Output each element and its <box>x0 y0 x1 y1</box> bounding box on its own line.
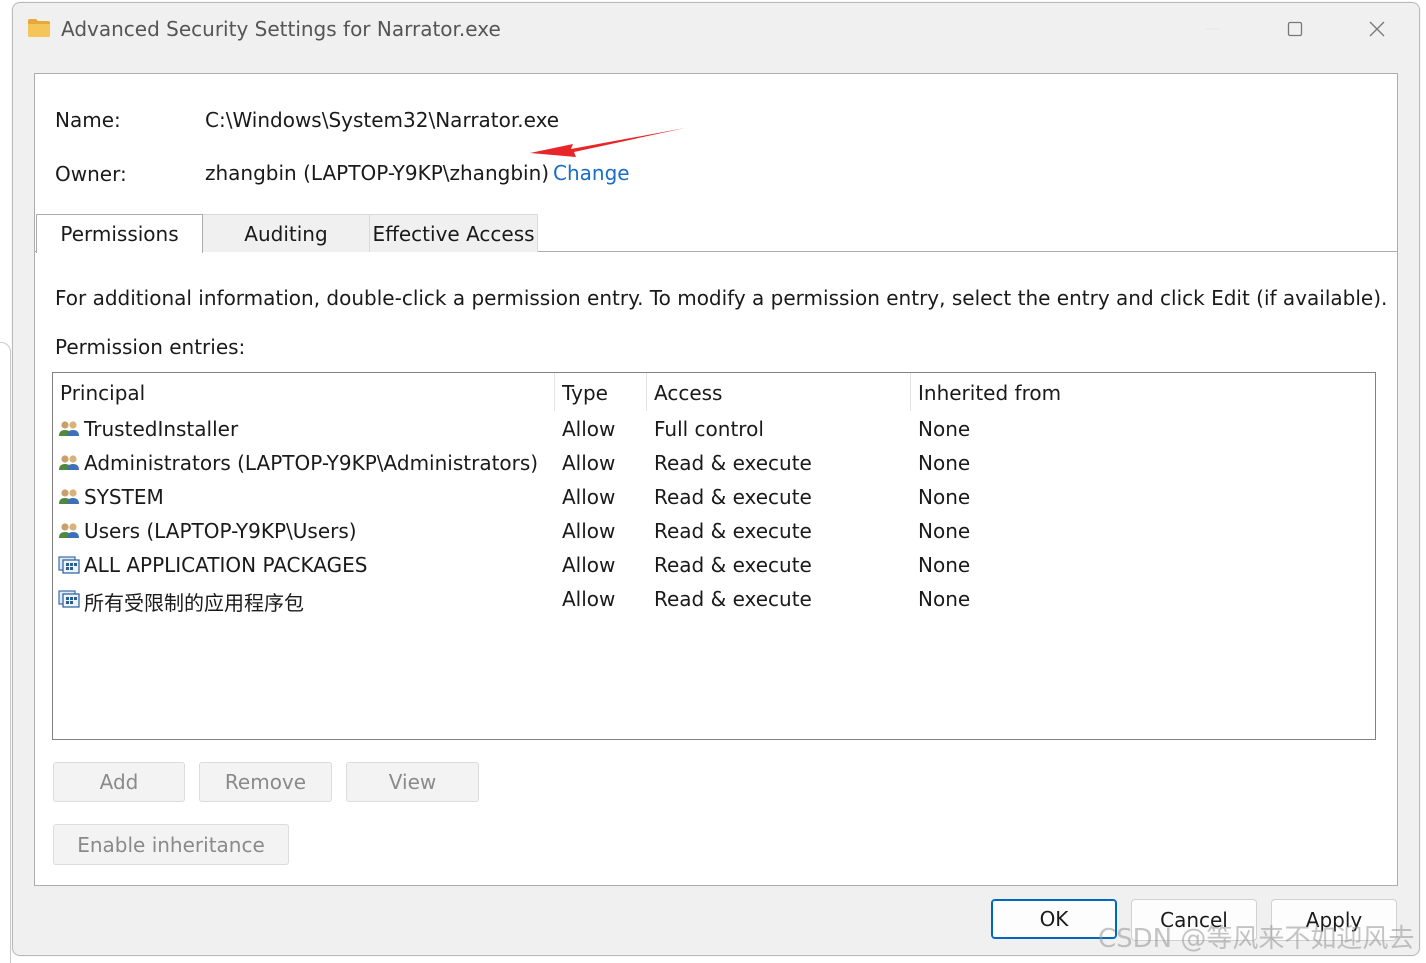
inherited-cell: None <box>918 451 971 475</box>
column-header-principal[interactable]: Principal <box>60 381 145 405</box>
window-title: Advanced Security Settings for Narrator.… <box>61 17 501 41</box>
main-panel: Name: C:\Windows\System32\Narrator.exe O… <box>34 73 1398 886</box>
advanced-security-settings-window: Advanced Security Settings for Narrator.… <box>12 2 1420 956</box>
add-button[interactable]: Add <box>53 762 185 802</box>
column-header-type[interactable]: Type <box>562 381 608 405</box>
annotation-arrow <box>530 128 685 157</box>
owner-value: zhangbin (LAPTOP-Y9KP\zhangbin) <box>205 161 550 185</box>
principal-cell: ALL APPLICATION PACKAGES <box>84 553 368 577</box>
column-separator[interactable] <box>646 373 647 411</box>
user-group-icon <box>58 488 80 510</box>
column-separator[interactable] <box>910 373 911 411</box>
inherited-cell: None <box>918 485 971 509</box>
inherited-cell: None <box>918 587 971 611</box>
inherited-cell: None <box>918 519 971 543</box>
user-group-icon <box>58 454 80 476</box>
type-cell: Allow <box>562 553 616 577</box>
instructions-text: For additional information, double-click… <box>55 286 1388 310</box>
principal-cell: SYSTEM <box>84 485 164 509</box>
table-row[interactable]: 所有受限制的应用程序包 Allow Read & execute None <box>53 583 1375 617</box>
tab-auditing[interactable]: Auditing <box>202 214 370 252</box>
column-header-inherited-from[interactable]: Inherited from <box>918 381 1061 405</box>
maximize-button[interactable] <box>1275 13 1315 45</box>
principal-cell: Users (LAPTOP-Y9KP\Users) <box>84 519 357 543</box>
tab-effective-access[interactable]: Effective Access <box>369 214 538 252</box>
access-cell: Read & execute <box>654 485 812 509</box>
table-row[interactable]: Administrators (LAPTOP-Y9KP\Administrato… <box>53 447 1375 481</box>
close-icon <box>1369 21 1385 37</box>
enable-inheritance-button[interactable]: Enable inheritance <box>53 824 289 865</box>
inherited-cell: None <box>918 417 971 441</box>
remove-button[interactable]: Remove <box>199 762 332 802</box>
table-row[interactable]: ALL APPLICATION PACKAGES Allow Read & ex… <box>53 549 1375 583</box>
access-cell: Full control <box>654 417 764 441</box>
maximize-icon <box>1287 21 1303 37</box>
access-cell: Read & execute <box>654 553 812 577</box>
access-cell: Read & execute <box>654 451 812 475</box>
type-cell: Allow <box>562 587 616 611</box>
table-row[interactable]: TrustedInstaller Allow Full control None <box>53 413 1375 447</box>
view-button[interactable]: View <box>346 762 479 802</box>
app-package-icon <box>58 556 80 578</box>
column-separator[interactable] <box>554 373 555 411</box>
ok-button[interactable]: OK <box>991 899 1117 939</box>
permission-entries-label: Permission entries: <box>55 335 246 359</box>
type-cell: Allow <box>562 485 616 509</box>
minimize-icon <box>1206 28 1220 30</box>
close-button[interactable] <box>1357 13 1397 45</box>
title-bar[interactable]: Advanced Security Settings for Narrator.… <box>13 3 1419 55</box>
permission-entries-list[interactable]: Principal Type Access Inherited from Tru… <box>52 372 1376 740</box>
access-cell: Read & execute <box>654 587 812 611</box>
owner-label: Owner: <box>55 162 127 186</box>
type-cell: Allow <box>562 417 616 441</box>
folder-icon <box>27 18 51 42</box>
name-value: C:\Windows\System32\Narrator.exe <box>205 108 560 132</box>
cancel-button[interactable]: Cancel <box>1131 899 1257 941</box>
principal-cell: 所有受限制的应用程序包 <box>84 591 304 615</box>
type-cell: Allow <box>562 451 616 475</box>
column-header-access[interactable]: Access <box>654 381 722 405</box>
user-group-icon <box>58 420 80 442</box>
table-row[interactable]: Users (LAPTOP-Y9KP\Users) Allow Read & e… <box>53 515 1375 549</box>
tab-permissions[interactable]: Permissions <box>36 214 203 253</box>
apply-button[interactable]: Apply <box>1271 899 1397 941</box>
user-group-icon <box>58 522 80 544</box>
principal-cell: Administrators (LAPTOP-Y9KP\Administrato… <box>84 451 539 475</box>
access-cell: Read & execute <box>654 519 812 543</box>
principal-cell: TrustedInstaller <box>84 417 239 441</box>
type-cell: Allow <box>562 519 616 543</box>
inherited-cell: None <box>918 553 971 577</box>
name-label: Name: <box>55 108 121 132</box>
minimize-button[interactable] <box>1193 13 1233 45</box>
table-row[interactable]: SYSTEM Allow Read & execute None <box>53 481 1375 515</box>
app-package-icon <box>58 590 80 612</box>
background-window-edge <box>0 342 11 963</box>
